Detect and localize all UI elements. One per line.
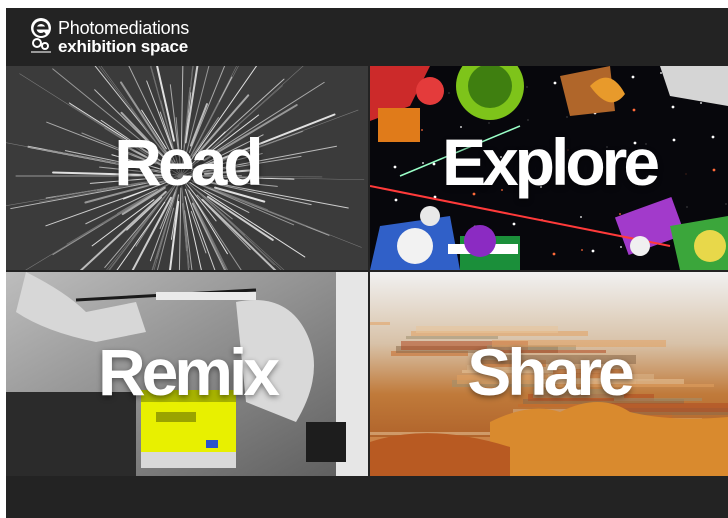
- site-header: Photomediations exhibition space: [6, 8, 728, 66]
- tile-explore[interactable]: Explore: [370, 66, 728, 270]
- brand-title[interactable]: Photomediations: [58, 18, 189, 38]
- tile-explore-label: Explore: [441, 125, 660, 199]
- tile-share-label: Share: [467, 335, 634, 409]
- tile-remix-label: Remix: [97, 335, 280, 409]
- tile-remix[interactable]: Remix: [6, 272, 368, 476]
- tile-read[interactable]: Read: [6, 66, 368, 270]
- tile-share[interactable]: Share: [370, 272, 728, 476]
- app-frame: Photomediations exhibition space Read Ex…: [6, 8, 728, 518]
- photomediations-e-logo-icon[interactable]: [28, 16, 54, 56]
- tile-read-label: Read: [114, 125, 263, 199]
- brand-subtitle[interactable]: exhibition space: [58, 37, 188, 56]
- footer-bar: [6, 476, 728, 518]
